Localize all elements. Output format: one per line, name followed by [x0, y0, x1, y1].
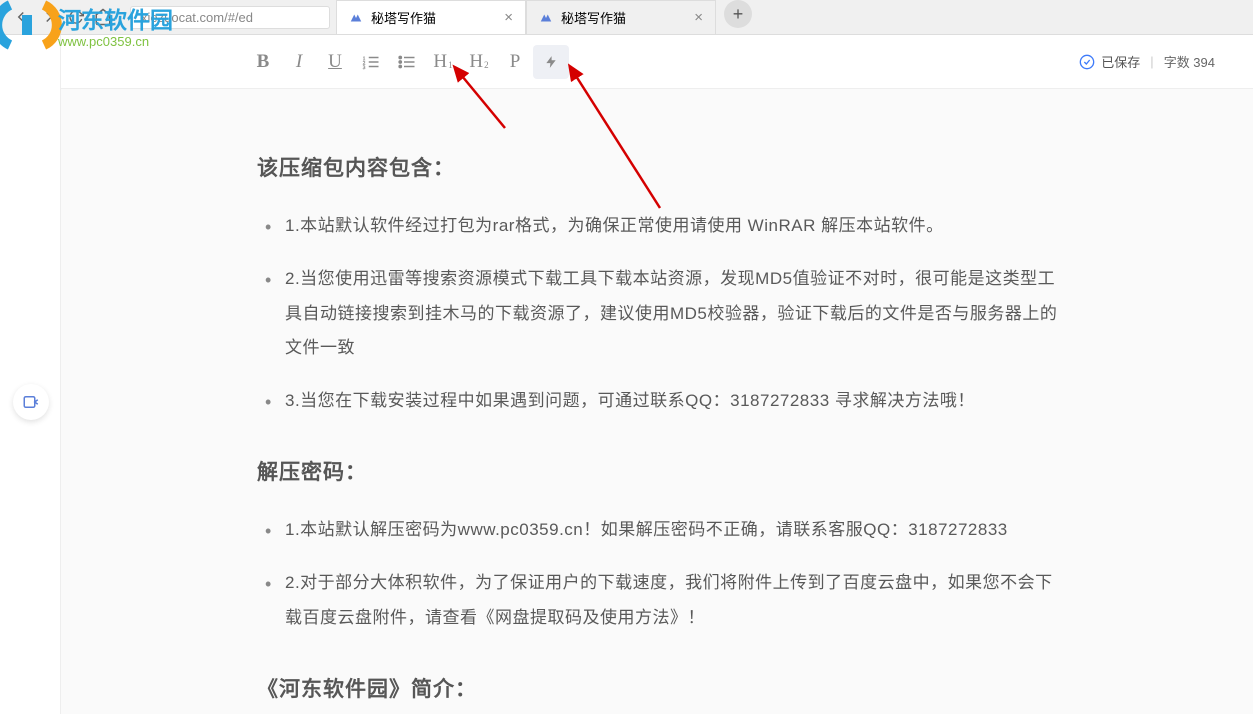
unordered-list-button[interactable] — [389, 45, 425, 79]
tab-favicon-icon — [349, 11, 363, 25]
nav-controls — [0, 8, 124, 26]
h1-button[interactable]: H1 — [425, 45, 461, 79]
word-count: 字数 394 — [1164, 52, 1215, 71]
unordered-list-icon — [398, 54, 416, 70]
underline-button[interactable]: U — [317, 45, 353, 79]
collapse-icon — [22, 393, 40, 411]
new-tab-button[interactable]: + — [724, 0, 752, 28]
list-password: 1.本站默认解压密码为www.pc0359.cn！如果解压密码不正确，请联系客服… — [257, 513, 1067, 636]
tab-2[interactable]: 秘塔写作猫 × — [526, 0, 716, 34]
document-viewport[interactable]: 该压缩包内容包含： 1.本站默认软件经过打包为rar格式，为确保正常使用请使用 … — [61, 89, 1253, 714]
saved-status: 已保存 — [1079, 52, 1140, 71]
status-bar: 已保存 | 字数 394 — [1079, 52, 1215, 71]
ordered-list-button[interactable]: 123 — [353, 45, 389, 79]
heading-password[interactable]: 解压密码： — [257, 453, 1067, 493]
main-column: B I U 123 H1 H2 P 已保存 — [61, 35, 1253, 714]
reload-icon[interactable] — [68, 9, 84, 25]
collapse-sidebar-button[interactable] — [13, 384, 49, 420]
status-divider: | — [1150, 54, 1153, 69]
list-item[interactable]: 1.本站默认解压密码为www.pc0359.cn！如果解压密码不正确，请联系客服… — [285, 513, 1067, 548]
h2-button[interactable]: H2 — [461, 45, 497, 79]
heading-intro[interactable]: 《河东软件园》简介： — [257, 670, 1067, 710]
close-icon[interactable]: × — [694, 9, 703, 26]
document-content[interactable]: 该压缩包内容包含： 1.本站默认软件经过打包为rar格式，为确保正常使用请使用 … — [247, 129, 1067, 714]
forward-icon[interactable] — [40, 8, 58, 26]
tab-1[interactable]: 秘塔写作猫 × — [336, 0, 526, 34]
formatting-toolbar: B I U 123 H1 H2 P 已保存 — [61, 35, 1253, 89]
browser-chrome: xiezuocat.com/#/ed 秘塔写作猫 × 秘塔写作猫 × + — [0, 0, 1253, 35]
home-icon[interactable] — [94, 8, 112, 26]
list-item[interactable]: 1.本站默认软件经过打包为rar格式，为确保正常使用请使用 WinRAR 解压本… — [285, 209, 1067, 244]
tab-strip: 秘塔写作猫 × 秘塔写作猫 × + — [336, 0, 752, 34]
list-item[interactable]: 2.对于部分大体积软件，为了保证用户的下载速度，我们将附件上传到了百度云盘中，如… — [285, 566, 1067, 636]
tab-favicon-icon — [539, 11, 553, 25]
flash-button[interactable] — [533, 45, 569, 79]
paragraph-button[interactable]: P — [497, 45, 533, 79]
back-icon[interactable] — [12, 8, 30, 26]
italic-button[interactable]: I — [281, 45, 317, 79]
lightning-icon — [544, 53, 558, 71]
svg-text:3: 3 — [363, 64, 366, 69]
list-compress: 1.本站默认软件经过打包为rar格式，为确保正常使用请使用 WinRAR 解压本… — [257, 209, 1067, 419]
tab-title: 秘塔写作猫 — [561, 8, 626, 27]
close-icon[interactable]: × — [504, 9, 513, 26]
left-gutter — [0, 35, 61, 714]
check-circle-icon — [1079, 54, 1095, 70]
bold-button[interactable]: B — [245, 45, 281, 79]
ordered-list-icon: 123 — [362, 54, 380, 70]
editor-area: B I U 123 H1 H2 P 已保存 — [0, 35, 1253, 714]
url-bar[interactable]: xiezuocat.com/#/ed — [130, 6, 330, 29]
list-item[interactable]: 2.当您使用迅雷等搜索资源模式下载工具下载本站资源，发现MD5值验证不对时，很可… — [285, 262, 1067, 367]
heading-compress-contents[interactable]: 该压缩包内容包含： — [257, 149, 1067, 189]
tab-title: 秘塔写作猫 — [371, 8, 436, 27]
list-item[interactable]: 3.当您在下载安装过程中如果遇到问题，可通过联系QQ：3187272833 寻求… — [285, 384, 1067, 419]
